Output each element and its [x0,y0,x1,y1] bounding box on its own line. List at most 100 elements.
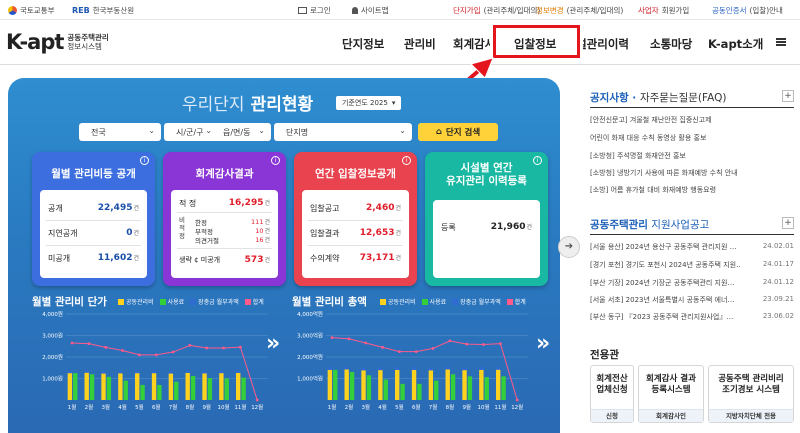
nav-community[interactable]: 소통마당 [650,36,692,52]
unit: 건 [395,255,401,262]
fee-delayed-value: 0 [126,228,133,238]
audit-row-omitted: 생략 ¢ 미공개 573건 [179,255,270,265]
bar-reserve [344,366,349,370]
facility-row-registered: 등록 21,960건 [441,222,532,233]
x-tick-label: 10월 [478,403,490,411]
total-point [87,342,91,346]
bar-common-fee [185,372,190,400]
bar-common-fee [236,372,241,400]
y-tick-label: 2,000억원 [297,353,323,361]
support-date: 24.02.01 [762,242,794,250]
support-item[interactable]: [서울 서초] 2023년 서울특별시 공동주택 에너… [590,295,740,305]
bar-usage-fee [450,374,456,400]
complex-search-button[interactable]: ⌂ 단지 검색 [418,123,498,141]
bar-common-fee [219,373,224,400]
top-link-biz[interactable]: 사업자 회원가입 [638,5,689,16]
nav-facility-history[interactable]: 시설관리이력 [583,36,629,52]
x-tick-label: 3월 [101,403,110,411]
service-early-warning[interactable]: 공동주택 관리비리 조기경보 시스템 지방자치단체 전용 [708,365,794,423]
x-tick-label: 12월 [511,403,523,411]
tab-faq[interactable]: 자주묻는질문(FAQ) [640,92,727,104]
service-accounting[interactable]: 회계전산 업체신청 신청 [590,365,634,423]
support-item[interactable]: [서울 용산] 2024년 용산구 공동주택 관리지원 … [590,242,740,252]
divider [308,245,403,246]
service-title-line1: 회계감사 결과 [646,374,696,384]
chevron-down-icon: ⌄ [148,126,155,135]
bar-usage-fee [434,380,439,400]
card-facility-body: 등록 21,960건 [433,200,540,278]
notice-item[interactable]: [안전신문고] 겨울철 재난안전 집중신고제 [590,115,740,125]
service-audit[interactable]: 회계감사 결과 등록시스템 회계감사인 [638,365,704,423]
top-link-join[interactable]: 단지가입 (관리주체/입대의) [453,5,540,16]
nav-about[interactable]: K-apt소개 [708,36,763,52]
bar-usage-fee [349,372,355,400]
support-item[interactable]: [경기 포천] 경기도 포천시 2024년 공동주택 지원… [590,260,740,270]
top-link-biz-key: 사업자 [638,6,659,15]
chevron-down-icon: ⌄ [258,126,265,135]
support-item[interactable]: [부산 기장] 2024년 기장군 공동주택관리 지원… [590,278,740,288]
bar-common-fee [496,369,501,400]
more-plus-icon[interactable]: + [782,90,794,102]
facility-registered-label: 등록 [441,223,456,232]
legend-label: 합계 [252,299,264,306]
support-item[interactable]: [부산 동구] 『2023 공동주택 관리지원사업』… [590,312,740,322]
notice-item[interactable]: [소방청] 주석명절 화재안전 홍보 [590,151,740,161]
nav-complex-info[interactable]: 단지정보 [342,36,384,52]
bar-reserve [428,367,434,371]
bar-common-fee [479,369,484,400]
audit-limited-value: 111 [251,218,264,226]
bar-reserve [496,367,501,370]
total-point [222,346,225,350]
filter-city[interactable]: 시/군/구 ⌄ [164,123,218,141]
sitemap-link[interactable]: 사이트맵 [352,5,389,16]
login-link[interactable]: 로그인 [298,5,331,16]
y-tick-label: 1,000원 [42,375,63,383]
divider [590,107,794,108]
bar-reserve [67,370,73,374]
divider [46,245,141,246]
bar-reserve [462,367,467,371]
audit-row-refused: 의견거절 16건 [195,235,270,245]
tab-notice[interactable]: 공지사항 [590,92,629,104]
slide-next-button[interactable]: ➔ [558,236,580,258]
top-link-cert[interactable]: 공동인증서 (입찰)안내 [712,5,783,16]
panel-title-bold: 관리현황 [250,95,314,115]
logo-sub2: 정보시스템 [67,42,102,51]
org-reb[interactable]: REB 한국부동산원 [72,5,134,16]
card-facility-history[interactable]: i 시설별 연간 유지관리 이력등록 등록 21,960건 [425,152,548,286]
top-link-change[interactable]: 정보변경 (관리주체/입대의) [536,5,623,16]
notice-item[interactable]: [소방청] 냉방기기 사용에 따른 화재예방 수칙 안내 [590,168,790,178]
filter-town[interactable]: 읍/면/동 ⌄ [211,123,271,141]
fee-public-value: 22,495 [97,203,133,213]
menu-icon[interactable] [776,38,786,46]
bar-reserve [327,367,333,370]
unit: 건 [133,230,139,237]
filter-region[interactable]: 전국 ⌄ [79,123,161,141]
site-logo[interactable]: K-apt 공동주택관리 정보시스템 [6,30,109,54]
top-link-biz-rest: 회원가입 [661,6,690,15]
chart-next-icon[interactable]: » [536,331,550,356]
complex-name-select[interactable]: 단지명 ⌄ [274,123,412,141]
total-line [72,342,258,401]
card-annual-bid[interactable]: i 연간 입찰정보공개 입찰공고 2,460건 입찰결과 12,653건 수의계약 7… [294,152,417,286]
bar-common-fee [344,369,349,400]
bid-row-private: 수의계약 73,171건 [310,253,401,264]
home-icon: ⌂ [435,127,442,137]
total-point [154,353,158,357]
chart-next-icon[interactable]: » [266,331,280,356]
org-molit[interactable]: 국토교통부 [8,5,55,16]
y-tick-label: 3,000원 [42,332,63,340]
bar-reserve [361,367,366,371]
more-plus-icon[interactable]: + [782,217,794,229]
card-monthly-fee[interactable]: i 월별 관리비등 공개 공개 22,495건 지연공개 0건 미공개 11,602건 [32,152,155,286]
bar-common-fee [84,372,89,400]
y-tick-label: 1,000억원 [297,375,323,383]
card-audit-result[interactable]: i 회계감사결과 적 정 16,295건 비적정 한정 111건 부적정 10건 의견… [163,152,286,286]
notice-item[interactable]: [소방] 어름 휴가철 대비 화재예방 행동요령 [590,185,740,195]
year-select[interactable]: 기준연도 2025 ▾ [336,96,402,110]
x-tick-label: 3월 [361,403,370,411]
fee-unpublished-value: 11,602 [97,253,133,263]
unit: 건 [133,205,139,212]
notice-item[interactable]: 어린이 화재 대응 수칙 동영상 활용 홍보 [590,133,740,143]
bid-row-notice: 입찰공고 2,460건 [310,203,401,214]
